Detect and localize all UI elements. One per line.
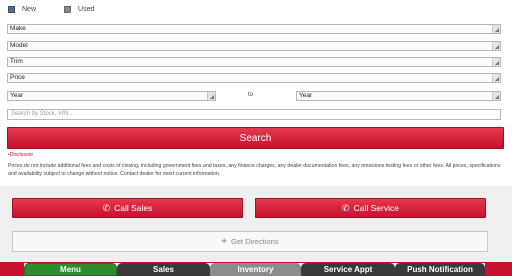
model-select[interactable]: Model xyxy=(7,41,501,51)
call-service-label: Call Service xyxy=(353,203,399,213)
year-to-value: Year xyxy=(299,92,313,99)
tab-menu[interactable]: Menu xyxy=(24,263,117,276)
year-to-select[interactable]: Year xyxy=(296,91,501,101)
new-checkbox[interactable] xyxy=(8,6,15,13)
year-from-select[interactable]: Year xyxy=(7,91,216,101)
price-select-value: Price xyxy=(10,74,25,81)
bottom-nav: Menu Sales Inventory Service Appt Push N… xyxy=(0,262,512,276)
used-label: Used xyxy=(78,6,95,13)
nav-edge xyxy=(485,263,512,276)
trim-select-value: Trim xyxy=(10,58,23,65)
call-sales-button[interactable]: ✆ Call Sales xyxy=(12,198,243,218)
nav-edge xyxy=(0,263,24,276)
used-checkbox[interactable] xyxy=(64,6,72,13)
condition-filter: New Used xyxy=(8,6,122,13)
dropdown-arrow-icon xyxy=(492,42,500,50)
stock-vin-search-input[interactable]: Search by Stock, VIN... xyxy=(7,109,501,120)
call-sales-label: Call Sales xyxy=(114,203,153,213)
dropdown-arrow-icon xyxy=(492,58,500,66)
trim-select[interactable]: Trim xyxy=(7,57,501,67)
dropdown-arrow-icon xyxy=(492,74,500,82)
model-select-value: Model xyxy=(10,42,28,49)
tab-inventory[interactable]: Inventory xyxy=(210,263,301,276)
disclosure-text: Prices do not include additional fees an… xyxy=(8,163,501,177)
dropdown-arrow-icon xyxy=(492,92,500,100)
phone-icon: ✆ xyxy=(102,202,111,213)
get-directions-button[interactable]: ⌖ Get Directions xyxy=(12,231,488,252)
tab-sales[interactable]: Sales xyxy=(117,263,210,276)
price-select[interactable]: Price xyxy=(7,73,501,83)
dropdown-arrow-icon xyxy=(492,25,500,33)
tab-service-appt[interactable]: Service Appt xyxy=(301,263,395,276)
crosshair-icon: ⌖ xyxy=(221,236,228,247)
make-select[interactable]: Make xyxy=(7,24,501,34)
make-select-value: Make xyxy=(10,25,26,32)
year-from-value: Year xyxy=(10,92,24,99)
call-service-button[interactable]: ✆ Call Service xyxy=(255,198,486,218)
tab-push-notification[interactable]: Push Notification xyxy=(395,263,485,276)
disclosure-link[interactable]: •Disclosure xyxy=(8,152,33,158)
dropdown-arrow-icon xyxy=(207,92,215,100)
year-range-separator: to xyxy=(248,92,254,98)
new-label: New xyxy=(22,6,37,13)
get-directions-label: Get Directions xyxy=(231,237,279,246)
search-button[interactable]: Search xyxy=(7,127,504,149)
phone-icon: ✆ xyxy=(342,202,350,213)
